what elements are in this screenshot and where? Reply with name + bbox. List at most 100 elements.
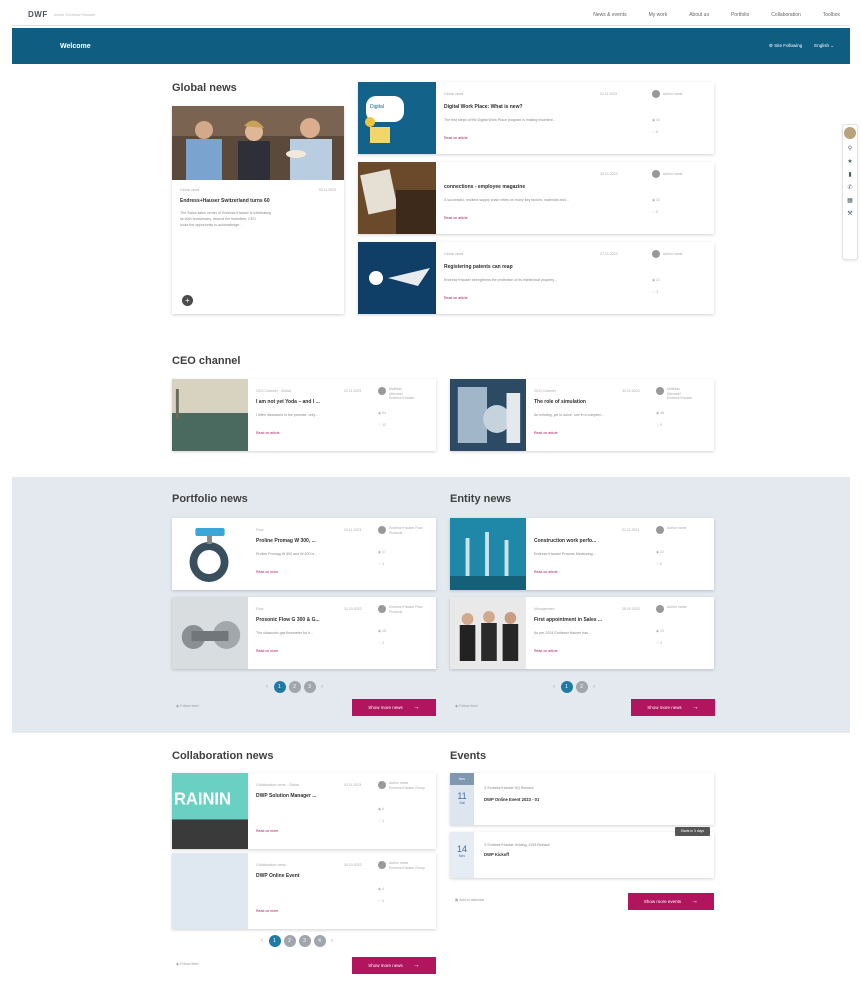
chevron-right-icon[interactable]: › — [593, 684, 595, 690]
page-dot[interactable]: 1 — [273, 681, 286, 693]
chevron-left-icon[interactable]: ‹ — [261, 938, 263, 944]
star-icon[interactable]: ★ — [843, 156, 857, 169]
user-avatar[interactable] — [844, 127, 856, 139]
nav-my-work[interactable]: My work — [649, 12, 668, 18]
news-title[interactable]: First appointment in Sales ... — [534, 617, 646, 623]
read-more-link[interactable]: Read on more — [256, 909, 278, 913]
chevron-left-icon[interactable]: ‹ — [266, 684, 268, 690]
collab-show-more-button[interactable]: Show more news → — [352, 957, 436, 974]
chevron-right-icon[interactable]: › — [321, 684, 323, 690]
likes-count[interactable]: ♡ 3 — [656, 641, 662, 645]
search-icon[interactable]: ⚲ — [843, 143, 857, 156]
portfolio-news-card[interactable]: Flow 02.11.2023 Proline Promag W 300, ..… — [172, 518, 436, 590]
likes-count[interactable]: ♡ 9 — [656, 423, 662, 427]
likes-count[interactable]: ♡ 3 — [652, 290, 658, 294]
language-selector[interactable]: English ⌄ — [814, 43, 834, 49]
author-avatar — [378, 387, 386, 395]
phone-icon[interactable]: ✆ — [843, 182, 857, 195]
global-news-card[interactable]: 30.10.2023 connections - employee magazi… — [358, 162, 714, 234]
chevron-left-icon[interactable]: ‹ — [553, 684, 555, 690]
chevron-right-icon[interactable]: › — [331, 938, 333, 944]
news-title[interactable]: I am not yet Yoda – and I ... — [256, 399, 368, 405]
nav-collaboration[interactable]: Collaboration — [771, 12, 800, 18]
event-title[interactable]: DWP Kickoff — [484, 852, 509, 857]
read-more-link[interactable]: Read on article — [444, 216, 468, 220]
read-more-link[interactable]: Read on article — [534, 570, 558, 574]
entity-follow-link[interactable]: ◉ Follow feed — [455, 704, 478, 708]
likes-count[interactable]: ♡ 0 — [378, 899, 384, 903]
event-card[interactable]: Starts in 3 days 14 Nov ⚲ Endress+Hauser… — [450, 827, 714, 878]
read-more-link[interactable]: Read on article — [256, 431, 280, 435]
read-more-link[interactable]: Read on article — [534, 431, 558, 435]
read-more-link[interactable]: Read on more — [256, 570, 278, 574]
featured-news-card[interactable]: Global news 03.11.2023 Endress+Hauser Sw… — [172, 106, 344, 314]
calendar-icon[interactable]: ▦ — [843, 195, 857, 208]
bookmark-icon[interactable]: ▮ — [843, 169, 857, 182]
ceo-news-card[interactable]: CEO Channel 30.10.2023 The role of simul… — [450, 379, 714, 451]
news-image — [450, 518, 526, 590]
news-date: 30.10.2023 — [600, 172, 618, 176]
portfolio-follow-link[interactable]: ◉ Follow feed — [176, 704, 199, 708]
news-title[interactable]: Digital Work Place: What is new? — [444, 104, 634, 110]
news-title[interactable]: Prosonic Flow G 300 & G... — [256, 617, 368, 623]
event-card[interactable]: Nov 11 Sat ⚲ Endress+Hauser HQ Reinach D… — [450, 773, 714, 825]
portfolio-news-card[interactable]: Flow 31.10.2023 Prosonic Flow G 300 & G.… — [172, 597, 436, 669]
likes-count[interactable]: ♡ 4 — [378, 562, 384, 566]
page-dot[interactable]: 1 — [560, 681, 573, 693]
events-calendar-link[interactable]: ▦ Add to calendar — [455, 898, 484, 902]
events-show-more-button[interactable]: Show more events → — [628, 893, 714, 910]
global-news-card[interactable]: Global news 27.10.2023 Registering paten… — [358, 242, 714, 314]
entity-news-card[interactable]: Management 28.10.2023 First appointment … — [450, 597, 714, 669]
site-logo[interactable]: DWF — [28, 10, 48, 19]
site-subtitle: Inside Endress+Hauser — [53, 12, 96, 17]
featured-title[interactable]: Endress+Hauser Switzerland turns 60 — [180, 198, 336, 204]
portfolio-show-more-button[interactable]: Show more news → — [352, 699, 436, 716]
collab-follow-link[interactable]: ◉ Follow feed — [176, 962, 199, 966]
likes-count[interactable]: ♡ 1 — [378, 819, 384, 823]
author-avatar — [656, 605, 664, 613]
page-dot[interactable]: 3 — [298, 935, 311, 947]
collaboration-news-card[interactable]: RAININ Collaboration news · Global 02.11… — [172, 773, 436, 849]
entity-news-card[interactable]: 01.11.2023 Construction work perfo... End… — [450, 518, 714, 590]
page-dot[interactable]: 1 — [268, 935, 281, 947]
page-dot[interactable]: 4 — [313, 935, 326, 947]
follow-site-link[interactable]: ⚙ Site Following — [769, 43, 802, 49]
news-title[interactable]: The role of simulation — [534, 399, 646, 405]
likes-count[interactable]: ♡ 8 — [652, 130, 658, 134]
news-image: Digital — [358, 82, 436, 154]
page-dot[interactable]: 3 — [303, 681, 316, 693]
nav-news[interactable]: News & events — [593, 12, 626, 18]
page-dot[interactable]: 2 — [575, 681, 588, 693]
collab-pager: ‹ 1 2 3 4 › — [257, 935, 337, 947]
add-icon[interactable]: + — [182, 295, 193, 306]
page-dot[interactable]: 2 — [283, 935, 296, 947]
likes-count[interactable]: ♡ 5 — [652, 210, 658, 214]
read-more-link[interactable]: Read on article — [444, 296, 468, 300]
nav-toolbox[interactable]: Toolbox — [823, 12, 840, 18]
collaboration-news-card[interactable]: Collaboration news 30.10.2023 DWP Online… — [172, 853, 436, 929]
entity-show-more-button[interactable]: Show more news → — [631, 699, 715, 716]
page-dot[interactable]: 2 — [288, 681, 301, 693]
likes-count[interactable]: ♡ 12 — [378, 423, 386, 427]
news-title[interactable]: Registering patents can reap — [444, 264, 634, 270]
likes-count[interactable]: ♡ 6 — [656, 562, 662, 566]
read-more-link[interactable]: Read on article — [534, 649, 558, 653]
news-title[interactable]: Construction work perfo... — [534, 538, 646, 544]
likes-count[interactable]: ♡ 2 — [378, 641, 384, 645]
read-more-link[interactable]: Read on article — [444, 136, 468, 140]
read-more-link[interactable]: Read on more — [256, 829, 278, 833]
views-count: ◉ 17 — [378, 550, 386, 555]
news-title[interactable]: DWP Online Event — [256, 873, 368, 879]
author-avatar — [378, 861, 386, 869]
ceo-news-card[interactable]: CEO Channel · Global 02.11.2023 I am not… — [172, 379, 436, 451]
news-title[interactable]: DWP Solution Manager ... — [256, 793, 368, 799]
news-title[interactable]: Proline Promag W 300, ... — [256, 538, 368, 544]
wrench-icon[interactable]: ⚒ — [843, 208, 857, 221]
nav-portfolio[interactable]: Portfolio — [731, 12, 749, 18]
nav-about[interactable]: About us — [689, 12, 709, 18]
author-name: Matthias Altendorf Endress+Hauser — [389, 387, 415, 400]
global-news-card[interactable]: Digital Global news 02.11.2023 Digital W… — [358, 82, 714, 154]
read-more-link[interactable]: Read on more — [256, 649, 278, 653]
event-title[interactable]: DWP Online Event 2023 - 01 — [484, 797, 539, 802]
news-title[interactable]: connections - employee magazine — [444, 184, 634, 190]
